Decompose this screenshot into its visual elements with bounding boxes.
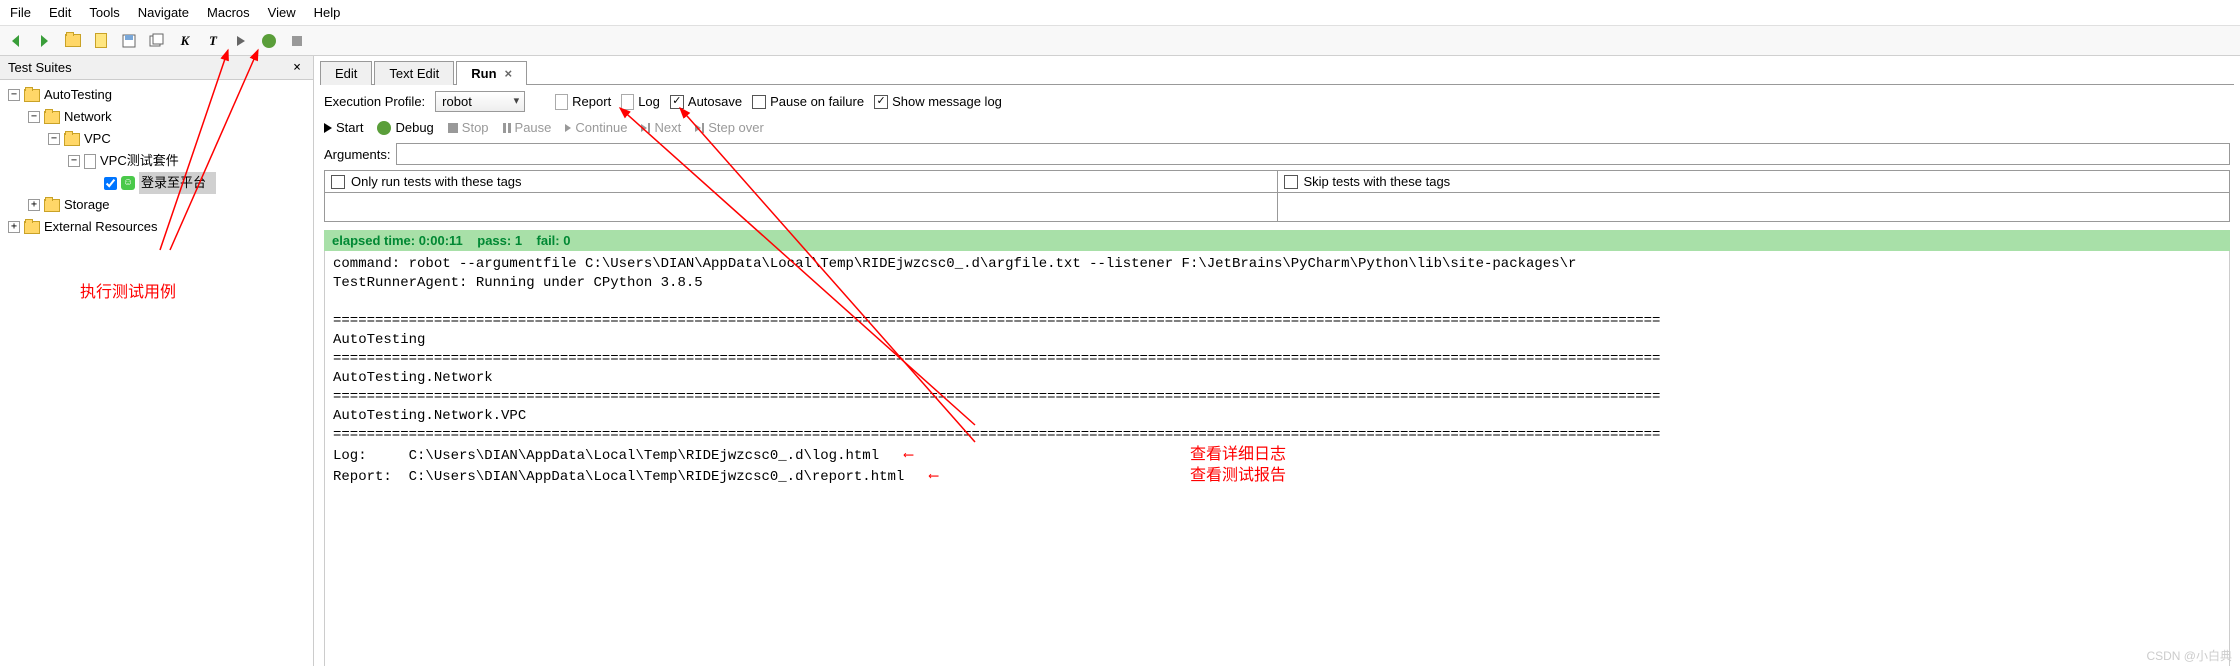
only-tags-input[interactable]	[325, 193, 1277, 221]
menu-help[interactable]: Help	[314, 5, 341, 20]
tree-storage[interactable]: + Storage	[4, 194, 309, 216]
menubar: File Edit Tools Navigate Macros View Hel…	[0, 0, 2240, 26]
report-icon	[555, 94, 568, 110]
pause-button[interactable]: Pause	[503, 120, 552, 135]
tree-network[interactable]: − Network	[4, 106, 309, 128]
close-tab-icon[interactable]: ×	[505, 66, 513, 81]
back-icon[interactable]	[6, 30, 28, 52]
menu-tools[interactable]: Tools	[89, 5, 119, 20]
tree-label: Storage	[64, 194, 110, 216]
open-icon[interactable]	[62, 30, 84, 52]
annotation-view-log: 查看详细日志	[1190, 446, 1286, 463]
testcase-icon[interactable]: T	[202, 30, 224, 52]
forward-icon[interactable]	[34, 30, 56, 52]
save-icon[interactable]	[118, 30, 140, 52]
collapse-icon[interactable]: −	[48, 133, 60, 145]
toolbar: K T	[0, 26, 2240, 56]
stepover-button[interactable]: Step over	[695, 120, 764, 135]
tab-run[interactable]: Run×	[456, 61, 527, 85]
stop-button[interactable]: Stop	[448, 120, 489, 135]
tree-suite[interactable]: − VPC测试套件	[4, 150, 309, 172]
tree-label: Network	[64, 106, 112, 128]
file-icon	[84, 154, 96, 169]
tree: −AutoTesting −Network −VPC −VPC测试套件 ☺登录至…	[0, 80, 313, 242]
keyword-icon[interactable]: K	[174, 30, 196, 52]
debug-button[interactable]: Debug	[377, 120, 433, 135]
skip-tags-checkbox[interactable]	[1284, 175, 1298, 189]
menu-macros[interactable]: Macros	[207, 5, 250, 20]
pause-on-failure-checkbox[interactable]: Pause on failure	[752, 94, 864, 109]
console-output: command: robot --argumentfile C:\Users\D…	[324, 251, 2230, 666]
tree-vpc[interactable]: − VPC	[4, 128, 309, 150]
status-bar: elapsed time: 0:00:11 pass: 1 fail: 0	[324, 230, 2230, 251]
report-button[interactable]: Report	[555, 94, 611, 110]
arguments-label: Arguments:	[324, 147, 390, 162]
arguments-input[interactable]	[396, 143, 2230, 165]
tree-external[interactable]: + External Resources	[4, 216, 309, 238]
run-control-bar: Start Debug Stop Pause Continue Next Ste…	[320, 118, 2234, 141]
annotation-run-test: 执行测试用例	[0, 278, 313, 302]
skip-tags-input[interactable]	[1278, 193, 2230, 221]
only-tags-label: Only run tests with these tags	[351, 174, 522, 189]
collapse-icon[interactable]: −	[68, 155, 80, 167]
log-icon	[621, 94, 634, 110]
tree-label: VPC	[84, 128, 111, 150]
folder-icon	[24, 89, 40, 102]
menu-edit[interactable]: Edit	[49, 5, 71, 20]
tree-label: External Resources	[44, 216, 157, 238]
tree-label: AutoTesting	[44, 84, 112, 106]
menu-navigate[interactable]: Navigate	[138, 5, 189, 20]
sidebar-title: Test Suites	[8, 60, 72, 75]
content: Edit Text Edit Run× Execution Profile: r…	[314, 56, 2240, 666]
collapse-icon[interactable]: −	[8, 89, 20, 101]
annotation-view-report: 查看测试报告	[1190, 467, 1286, 484]
pass-icon: ☺	[121, 176, 135, 190]
tree-label: 登录至平台	[139, 172, 216, 194]
log-button[interactable]: Log	[621, 94, 660, 110]
next-button[interactable]: Next	[641, 120, 681, 135]
folder-icon	[24, 221, 40, 234]
stop-toolbar-icon[interactable]	[286, 30, 308, 52]
skip-tags-label: Skip tests with these tags	[1304, 174, 1451, 189]
show-log-checkbox[interactable]: Show message log	[874, 94, 1002, 109]
profile-label: Execution Profile:	[324, 94, 425, 109]
menu-view[interactable]: View	[268, 5, 296, 20]
tags-row: Only run tests with these tags Skip test…	[324, 170, 2230, 222]
watermark: CSDN @小白典	[2146, 647, 2232, 664]
run-config-bar: Execution Profile: robot Report Log Auto…	[320, 85, 2234, 118]
tab-textedit[interactable]: Text Edit	[374, 61, 454, 85]
tabbar: Edit Text Edit Run×	[320, 60, 2234, 85]
folder-icon	[44, 111, 60, 124]
menu-file[interactable]: File	[10, 5, 31, 20]
tab-edit[interactable]: Edit	[320, 61, 372, 85]
collapse-icon[interactable]: −	[28, 111, 40, 123]
profile-combo[interactable]: robot	[435, 91, 525, 112]
start-button[interactable]: Start	[324, 120, 363, 135]
testcase-checkbox[interactable]	[104, 177, 117, 190]
sidebar: Test Suites × −AutoTesting −Network −VPC…	[0, 56, 314, 666]
save-all-icon[interactable]	[146, 30, 168, 52]
only-tags-checkbox[interactable]	[331, 175, 345, 189]
tree-testcase[interactable]: ☺ 登录至平台	[4, 172, 309, 194]
expand-icon[interactable]: +	[8, 221, 20, 233]
close-icon[interactable]: ×	[289, 60, 305, 75]
debug-icon[interactable]	[258, 30, 280, 52]
folder-icon	[44, 199, 60, 212]
new-file-icon[interactable]	[90, 30, 112, 52]
expand-icon[interactable]: +	[28, 199, 40, 211]
arguments-row: Arguments:	[320, 141, 2234, 167]
run-icon[interactable]	[230, 30, 252, 52]
tree-root[interactable]: − AutoTesting	[4, 84, 309, 106]
autosave-checkbox[interactable]: Autosave	[670, 94, 742, 109]
folder-icon	[64, 133, 80, 146]
sidebar-header: Test Suites ×	[0, 56, 313, 80]
continue-button[interactable]: Continue	[565, 120, 627, 135]
tree-label: VPC测试套件	[100, 150, 179, 172]
